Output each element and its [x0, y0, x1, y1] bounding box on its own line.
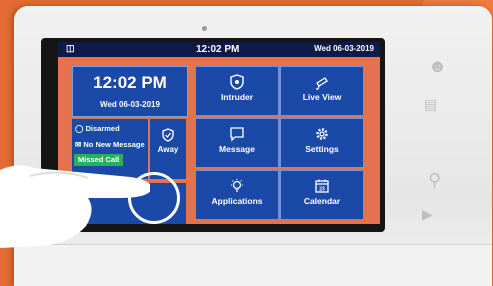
tile-intruder[interactable]: Intruder: [195, 66, 279, 116]
clock-time: 12:02 PM: [93, 73, 167, 92]
away-label: Away: [157, 145, 179, 154]
tile-settings-label: Settings: [305, 144, 339, 154]
tile-calendar-label: Calendar: [303, 196, 341, 206]
tile-live-view[interactable]: Live View: [280, 66, 364, 116]
camera-lens: [202, 26, 207, 31]
touch-ring: [128, 172, 180, 224]
armed-status-text: Disarmed: [85, 124, 120, 133]
clock-date: Wed 06-03-2019: [100, 100, 160, 109]
tile-message-label: Message: [219, 144, 255, 154]
shield-icon: [162, 128, 174, 142]
statusbar-date: Wed 06-03-2019: [314, 44, 374, 53]
shield-icon: [230, 74, 244, 90]
tile-live-view-label: Live View: [302, 92, 342, 102]
speaker-icon[interactable]: ▶: [422, 206, 433, 223]
away-button[interactable]: Away: [150, 119, 186, 179]
tile-applications[interactable]: Applications: [195, 170, 279, 220]
statusbar-time: 12:02 PM: [196, 44, 240, 55]
status-bar: ◫ 12:02 PM Wed 06-03-2019: [58, 42, 380, 57]
person-icon[interactable]: ☻: [428, 56, 447, 77]
gear-icon: [316, 128, 328, 140]
key-icon[interactable]: ⚲: [428, 170, 441, 191]
tile-settings[interactable]: Settings: [280, 118, 364, 168]
armed-status: ◯ Disarmed: [75, 124, 120, 133]
clock-panel: 12:02 PM Wed 06-03-2019: [72, 66, 188, 117]
bulb-icon: [231, 179, 243, 192]
lock-icon: ◫: [66, 43, 75, 53]
tile-intruder-label: Intruder: [220, 92, 254, 102]
tile-applications-label: Applications: [211, 196, 263, 206]
camera-icon: [316, 77, 328, 90]
monitor-icon[interactable]: ▤: [424, 96, 437, 113]
svg-text:23: 23: [319, 187, 325, 193]
message-icon: [230, 127, 244, 142]
tile-calendar[interactable]: 23 Calendar: [280, 170, 364, 220]
device-bottom-edge: [14, 244, 492, 286]
calendar-icon: 23: [315, 179, 329, 193]
tile-message[interactable]: Message: [195, 118, 279, 168]
